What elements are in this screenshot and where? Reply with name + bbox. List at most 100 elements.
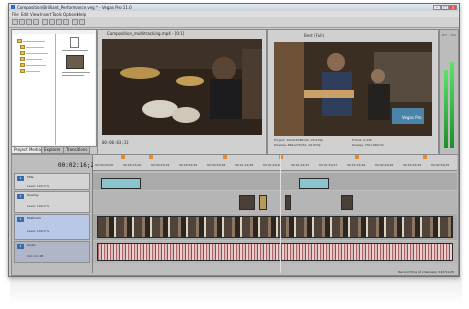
tree-item[interactable] [26, 71, 40, 72]
tree-item[interactable] [26, 59, 42, 60]
close-button[interactable]: × [449, 5, 457, 10]
properties-icon[interactable] [33, 19, 39, 25]
ruler-label: 00:01:29;28 [263, 163, 282, 167]
tab-project-media[interactable]: Project Media [11, 146, 44, 154]
cut-icon[interactable] [49, 19, 55, 25]
ruler-label: 00:01:59;27 [319, 163, 338, 167]
marker-icon[interactable] [121, 155, 125, 159]
track-name: Overlay [27, 193, 39, 197]
ruler-label: 00:02:44;25 [403, 163, 422, 167]
track-name: Title [27, 175, 34, 179]
marker-icon[interactable] [355, 155, 359, 159]
tree-item[interactable] [26, 65, 46, 66]
meter-left [444, 70, 448, 148]
ruler-label: 00:01:44;27 [291, 163, 310, 167]
track-number: 1 [17, 176, 24, 181]
drummer-image [102, 39, 262, 135]
track-level: Level: 100.0 % [27, 204, 50, 208]
folder-icon[interactable] [20, 57, 25, 61]
ruler-label: 00:02:59;25 [431, 163, 450, 167]
new-project-icon[interactable] [12, 19, 18, 25]
track-level: Level: 100.0 % [27, 184, 50, 188]
project-info: Project: 1920x1080x32, 29.970p [274, 138, 324, 142]
ruler-label: 00:00:00;00 [95, 163, 114, 167]
undo-icon[interactable] [72, 19, 78, 25]
playhead-cursor[interactable] [280, 155, 281, 273]
window-title: Composition\Brilliant_Performance.veg * … [17, 5, 132, 10]
maximize-button[interactable]: □ [441, 5, 449, 10]
frame-info: Frame: 2,245 [352, 138, 372, 142]
marker-icon[interactable] [223, 155, 227, 159]
track-number: 2 [17, 194, 24, 199]
track-lane-3[interactable] [93, 214, 457, 240]
folder-icon[interactable] [20, 51, 25, 55]
file-list [56, 34, 95, 145]
marker-icon[interactable] [149, 155, 153, 159]
track-header-2[interactable]: 2 Overlay Level: 100.0 % [14, 191, 90, 213]
record-time-status: Record Time (2 channels): 122:51:25 [398, 270, 454, 274]
track-header-1[interactable]: 1 Title Level: 100.0 % [14, 173, 90, 190]
title-clip[interactable] [101, 178, 141, 189]
timeline-ruler[interactable]: 00:00:00;00 00:00:15;00 00:00:29;29 00:0… [93, 155, 457, 171]
tree-item[interactable] [23, 41, 45, 42]
track-lane-2[interactable] [93, 191, 457, 213]
track-header-4[interactable]: 4 Audio Vol: 0.0 dB [14, 241, 90, 263]
file-label [62, 50, 88, 51]
overlay-clip[interactable] [285, 195, 291, 210]
tab-explorer[interactable]: Explorer [41, 146, 64, 154]
folder-icon[interactable] [20, 69, 25, 73]
title-clip[interactable] [299, 178, 329, 189]
file-label [62, 72, 90, 73]
ruler-label: 00:00:44;29 [179, 163, 198, 167]
preview-quality[interactable]: Best (Full) [304, 33, 324, 38]
timeline-timecode: 00:02:16;27 [58, 162, 98, 169]
meter-left-value: -3.7 [441, 33, 447, 37]
explorer-panel [11, 29, 97, 147]
overlay-clip[interactable] [341, 195, 353, 210]
folder-icon[interactable] [20, 63, 25, 67]
save-icon[interactable] [26, 19, 32, 25]
marker-icon[interactable] [423, 155, 427, 159]
folder-icon[interactable] [20, 45, 25, 49]
file-label [62, 75, 84, 76]
preview-overlay-title: Vegas Pro [402, 115, 422, 120]
track-level: Level: 100.0 % [27, 229, 50, 233]
render-icon[interactable] [42, 19, 48, 25]
title-bar: Composition\Brilliant_Performance.veg * … [9, 4, 459, 11]
open-icon[interactable] [19, 19, 25, 25]
tree-item[interactable] [26, 53, 48, 54]
folder-tree [13, 34, 56, 145]
paste-icon[interactable] [63, 19, 69, 25]
tab-transitions[interactable]: Transitions [63, 146, 91, 154]
video-thumbnail[interactable] [66, 55, 84, 69]
track-list: 00:02:16;27 1 Title Level: 100.0 % 2 Ove… [12, 155, 98, 273]
folder-icon[interactable] [17, 39, 22, 43]
media-file-icon[interactable] [70, 37, 79, 48]
ruler-label: 00:00:59;28 [207, 163, 226, 167]
track-lane-1[interactable] [93, 173, 457, 190]
track-lane-4[interactable] [93, 241, 457, 263]
meter-right [450, 62, 454, 148]
trimmer-video-frame[interactable] [102, 39, 262, 135]
window-docking-tabs: Project Media Explorer Transitions [11, 146, 95, 154]
overlay-clip[interactable] [259, 195, 267, 210]
multicam-clip[interactable] [97, 216, 453, 238]
ruler-label: 00:01:14;28 [235, 163, 254, 167]
track-header-3[interactable]: 3 Multicam Level: 100.0 % [14, 214, 90, 240]
window-reflection [10, 277, 462, 305]
redo-icon[interactable] [79, 19, 85, 25]
trimmer-file-title: Composition_multitracking.mp4 - [0:1] [107, 31, 185, 36]
overlay-clip[interactable] [239, 195, 255, 210]
vegas-app-icon [11, 5, 15, 9]
track-number: 4 [17, 244, 24, 249]
trimmer-panel: Composition_multitracking.mp4 - [0:1] 00… [97, 29, 267, 155]
app-window: Composition\Brilliant_Performance.veg * … [8, 3, 460, 277]
track-number: 3 [17, 217, 24, 222]
display-info: Display: 331x186x32 [352, 143, 384, 147]
track-name: Audio [27, 243, 36, 247]
audio-waveform-clip[interactable] [97, 243, 453, 261]
minimize-button[interactable]: – [433, 5, 441, 10]
main-toolbar [9, 17, 459, 28]
copy-icon[interactable] [56, 19, 62, 25]
tree-item[interactable] [26, 47, 44, 48]
